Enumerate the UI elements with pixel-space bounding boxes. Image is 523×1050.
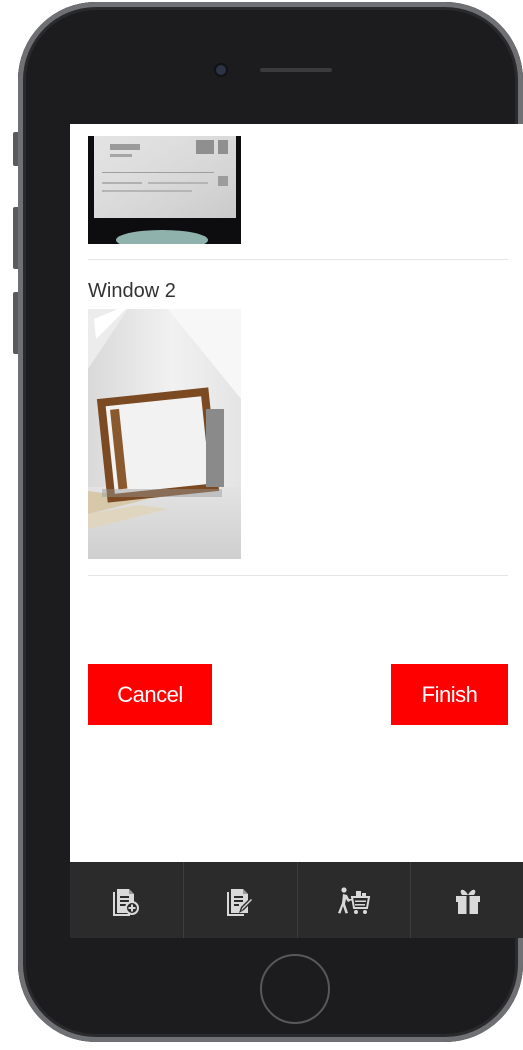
tab-gift[interactable] xyxy=(411,862,523,938)
phone-frame: Window 2 Cancel Finish xyxy=(13,2,523,1042)
volume-up-button xyxy=(13,207,18,269)
tab-add-document[interactable] xyxy=(70,862,184,938)
app-screen: Window 2 Cancel Finish xyxy=(70,124,523,938)
window-frame-photo-icon xyxy=(88,309,241,559)
tab-edit-document[interactable] xyxy=(184,862,298,938)
earpiece-speaker xyxy=(260,68,332,72)
photo-thumbnail-window[interactable] xyxy=(88,309,241,559)
bottom-tab-bar xyxy=(70,862,523,938)
divider xyxy=(88,575,508,576)
finish-button[interactable]: Finish xyxy=(391,664,508,725)
home-button[interactable] xyxy=(260,954,330,1024)
edit-document-icon xyxy=(227,889,255,916)
gift-icon xyxy=(455,889,480,914)
document-photo-icon xyxy=(88,136,241,250)
volume-down-button xyxy=(13,292,18,354)
photo-thumbnail-document[interactable] xyxy=(88,136,241,250)
add-document-icon xyxy=(113,889,140,916)
shopping-cart-icon xyxy=(337,887,371,914)
cancel-button[interactable]: Cancel xyxy=(88,664,212,725)
mute-switch xyxy=(13,132,18,166)
divider xyxy=(88,259,508,260)
front-camera xyxy=(216,65,226,75)
tab-shopping-cart[interactable] xyxy=(298,862,412,938)
photo-label: Window 2 xyxy=(88,280,176,302)
